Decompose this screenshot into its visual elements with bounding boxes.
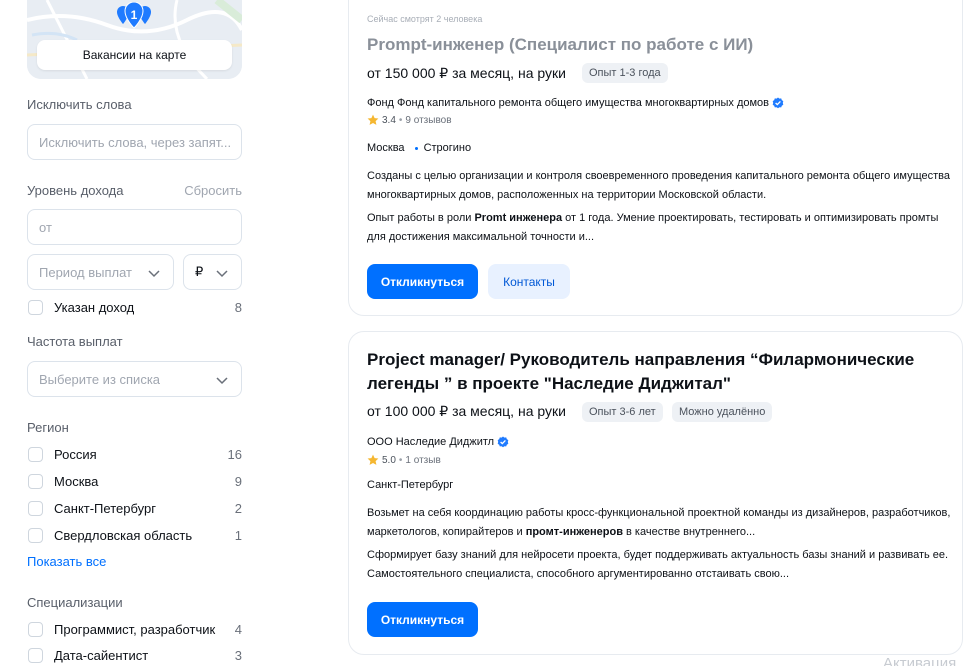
- city: Москва: [367, 142, 405, 154]
- activation-watermark: Активация: [883, 655, 957, 666]
- map-vacancies-button[interactable]: Вакансии на карте: [37, 40, 232, 70]
- vacancy-salary: от 100 000 ₽ за месяц, на руки: [367, 403, 566, 419]
- viewers-count: Сейчас смотрят 2 человека: [367, 14, 483, 24]
- contacts-button[interactable]: Контакты: [488, 264, 570, 299]
- currency-select[interactable]: ₽: [183, 254, 242, 290]
- vacancy-title-link[interactable]: Prompt-инженер (Специалист по работе с И…: [367, 35, 753, 55]
- requirements-text: Опыт работы в роли: [367, 212, 475, 224]
- region-item[interactable]: Санкт-Петербург 2: [27, 498, 242, 518]
- reviews-count: 1 отзыв: [405, 454, 441, 466]
- specializations-label: Специализации: [27, 595, 123, 610]
- chevron-down-icon: [215, 266, 229, 280]
- specialization-checkbox[interactable]: [28, 647, 43, 663]
- region-item-count: 16: [227, 446, 242, 462]
- region-checkbox[interactable]: [28, 446, 43, 462]
- specialization-item[interactable]: Дата-сайентист 3: [27, 645, 242, 665]
- region-show-all-link[interactable]: Показать все: [27, 554, 106, 569]
- separator-dot: •: [398, 454, 403, 466]
- payment-frequency-label: Частота выплат: [27, 334, 123, 349]
- income-label: Уровень дохода: [27, 183, 124, 198]
- region-item-count: 2: [234, 500, 242, 516]
- region-item-count: 9: [234, 473, 242, 489]
- metro-line-icon: [414, 146, 418, 150]
- payment-frequency-placeholder: Выберите из списка: [39, 371, 161, 387]
- region-item[interactable]: Свердловская область 1: [27, 525, 242, 545]
- region-item-label: Москва: [54, 473, 99, 489]
- payment-period-placeholder: Период выплат: [39, 264, 132, 280]
- verified-badge-icon: [497, 436, 509, 448]
- requirements-highlight: Promt инженера: [474, 212, 563, 224]
- region-checkbox[interactable]: [28, 473, 43, 489]
- city: Санкт-Петербург: [367, 479, 454, 491]
- income-from-placeholder: от: [39, 219, 52, 235]
- experience-tag: Опыт 3-6 лет: [582, 402, 663, 422]
- experience-tag: Опыт 1-3 года: [582, 63, 668, 83]
- description-text: в качестве внутреннего...: [622, 525, 756, 538]
- apply-button[interactable]: Откликнуться: [367, 264, 478, 299]
- vacancy-card: Project manager/ Руководитель направлени…: [348, 331, 963, 655]
- region-checkbox[interactable]: [28, 500, 43, 516]
- company-name-link[interactable]: Фонд Фонд капитального ремонта общего им…: [367, 97, 769, 109]
- verified-badge-icon: [772, 97, 784, 109]
- vacancy-card: Сейчас смотрят 2 человека Prompt-инженер…: [348, 0, 963, 316]
- location-row: Москва Строгино: [367, 142, 471, 154]
- vacancy-description: Возьмет на себя координацию работы кросс…: [367, 504, 957, 541]
- filters-sidebar: 1 Вакансии на карте Исключить слова Искл…: [27, 0, 242, 663]
- rating-value: 3.4: [382, 114, 396, 126]
- star-icon: [367, 454, 379, 465]
- income-specified-label: Указан доход: [54, 299, 135, 315]
- specialization-checkbox[interactable]: [28, 621, 43, 637]
- specialization-item-count: 3: [234, 647, 242, 663]
- specialization-item-label: Дата-сайентист: [54, 647, 149, 663]
- specialization-item-label: Программист, разработчик: [54, 621, 216, 637]
- company-name-link[interactable]: ООО Наследие Диджитл: [367, 436, 494, 448]
- exclude-words-label: Исключить слова: [27, 97, 132, 112]
- chevron-down-icon: [215, 373, 229, 387]
- metro-station: Строгино: [423, 142, 472, 154]
- description-highlight: промт-инженеров: [525, 525, 623, 538]
- region-label: Регион: [27, 420, 69, 435]
- company-row: ООО Наследие Диджитл: [367, 436, 509, 448]
- exclude-words-placeholder: Исключить слова, через запят...: [39, 134, 232, 150]
- region-item-label: Санкт-Петербург: [54, 500, 156, 516]
- payment-period-select[interactable]: Период выплат: [27, 254, 174, 290]
- vacancy-salary: от 150 000 ₽ за месяц, на руки: [367, 65, 566, 81]
- remote-tag: Можно удалённо: [672, 402, 773, 422]
- currency-value: ₽: [195, 264, 204, 279]
- region-item-label: Свердловская область: [54, 527, 193, 543]
- company-row: Фонд Фонд капитального ремонта общего им…: [367, 97, 784, 109]
- region-item-count: 1: [234, 527, 242, 543]
- income-specified-checkbox-row[interactable]: Указан доход 8: [27, 297, 242, 317]
- vacancy-requirements: Опыт работы в роли Promt инженера от 1 г…: [367, 209, 957, 246]
- rating-value: 5.0: [382, 454, 396, 466]
- map-preview[interactable]: 1 Вакансии на карте: [27, 0, 242, 79]
- apply-button[interactable]: Откликнуться: [367, 602, 478, 637]
- map-pin-count: 1: [130, 8, 138, 22]
- company-rating[interactable]: 5.0 • 1 отзыв: [367, 454, 441, 466]
- chevron-down-icon: [147, 266, 161, 280]
- separator-dot: •: [398, 114, 403, 126]
- region-checkbox[interactable]: [28, 527, 43, 543]
- region-item[interactable]: Москва 9: [27, 471, 242, 491]
- location-row: Санкт-Петербург: [367, 479, 453, 491]
- exclude-words-input[interactable]: Исключить слова, через запят...: [27, 124, 242, 160]
- specialization-item[interactable]: Программист, разработчик 4: [27, 619, 242, 639]
- vacancy-requirements: Сформирует базу знаний для нейросети про…: [367, 549, 949, 580]
- income-specified-checkbox[interactable]: [28, 299, 43, 315]
- vacancy-title-link[interactable]: Project manager/ Руководитель направлени…: [367, 348, 957, 396]
- star-icon: [367, 114, 379, 125]
- income-from-input[interactable]: от: [27, 209, 242, 245]
- vacancy-description: Созданы с целью организации и контроля с…: [367, 170, 951, 201]
- income-specified-count: 8: [234, 299, 242, 315]
- region-item[interactable]: Россия 16: [27, 444, 242, 464]
- company-rating[interactable]: 3.4 • 9 отзывов: [367, 114, 452, 126]
- reviews-count: 9 отзывов: [405, 114, 452, 126]
- specialization-item-count: 4: [234, 621, 242, 637]
- payment-frequency-select[interactable]: Выберите из списка: [27, 361, 242, 397]
- income-reset-link[interactable]: Сбросить: [184, 183, 242, 198]
- region-item-label: Россия: [54, 446, 97, 462]
